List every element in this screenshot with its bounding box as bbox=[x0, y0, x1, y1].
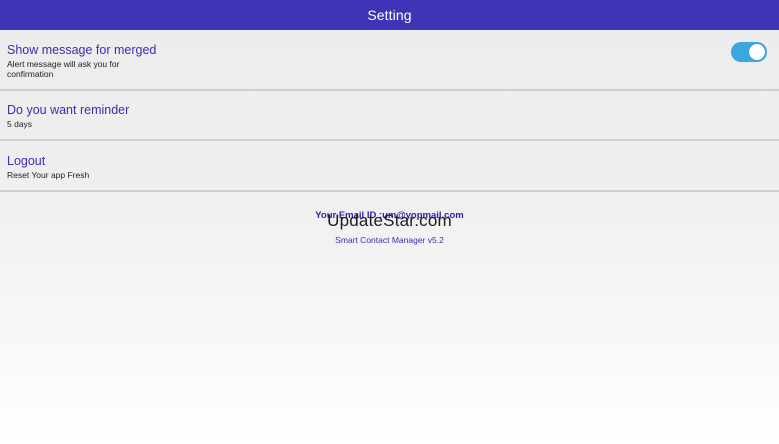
page-title: Setting bbox=[367, 7, 412, 23]
app-header: Setting bbox=[0, 0, 779, 30]
setting-logout-subtitle: Reset Your app Fresh bbox=[7, 170, 90, 180]
toggle-knob bbox=[749, 44, 765, 60]
setting-merged-message[interactable]: Show message for merged Alert message wi… bbox=[0, 30, 779, 91]
setting-logout-title: Logout bbox=[7, 154, 46, 168]
setting-reminder-subtitle: 5 days bbox=[7, 119, 33, 129]
setting-reminder[interactable]: Do you want reminder 5 days bbox=[0, 91, 779, 141]
watermark-text: UpdateStar.com bbox=[327, 211, 452, 230]
app-version: Smart Contact Manager v5.2 bbox=[335, 235, 444, 245]
setting-merged-message-title: Show message for merged bbox=[7, 43, 157, 57]
setting-reminder-title: Do you want reminder bbox=[7, 103, 130, 117]
setting-merged-message-subtitle: Alert message will ask you for confirmat… bbox=[7, 59, 120, 79]
setting-logout[interactable]: Logout Reset Your app Fresh bbox=[0, 141, 779, 192]
merged-message-toggle[interactable] bbox=[731, 42, 767, 62]
